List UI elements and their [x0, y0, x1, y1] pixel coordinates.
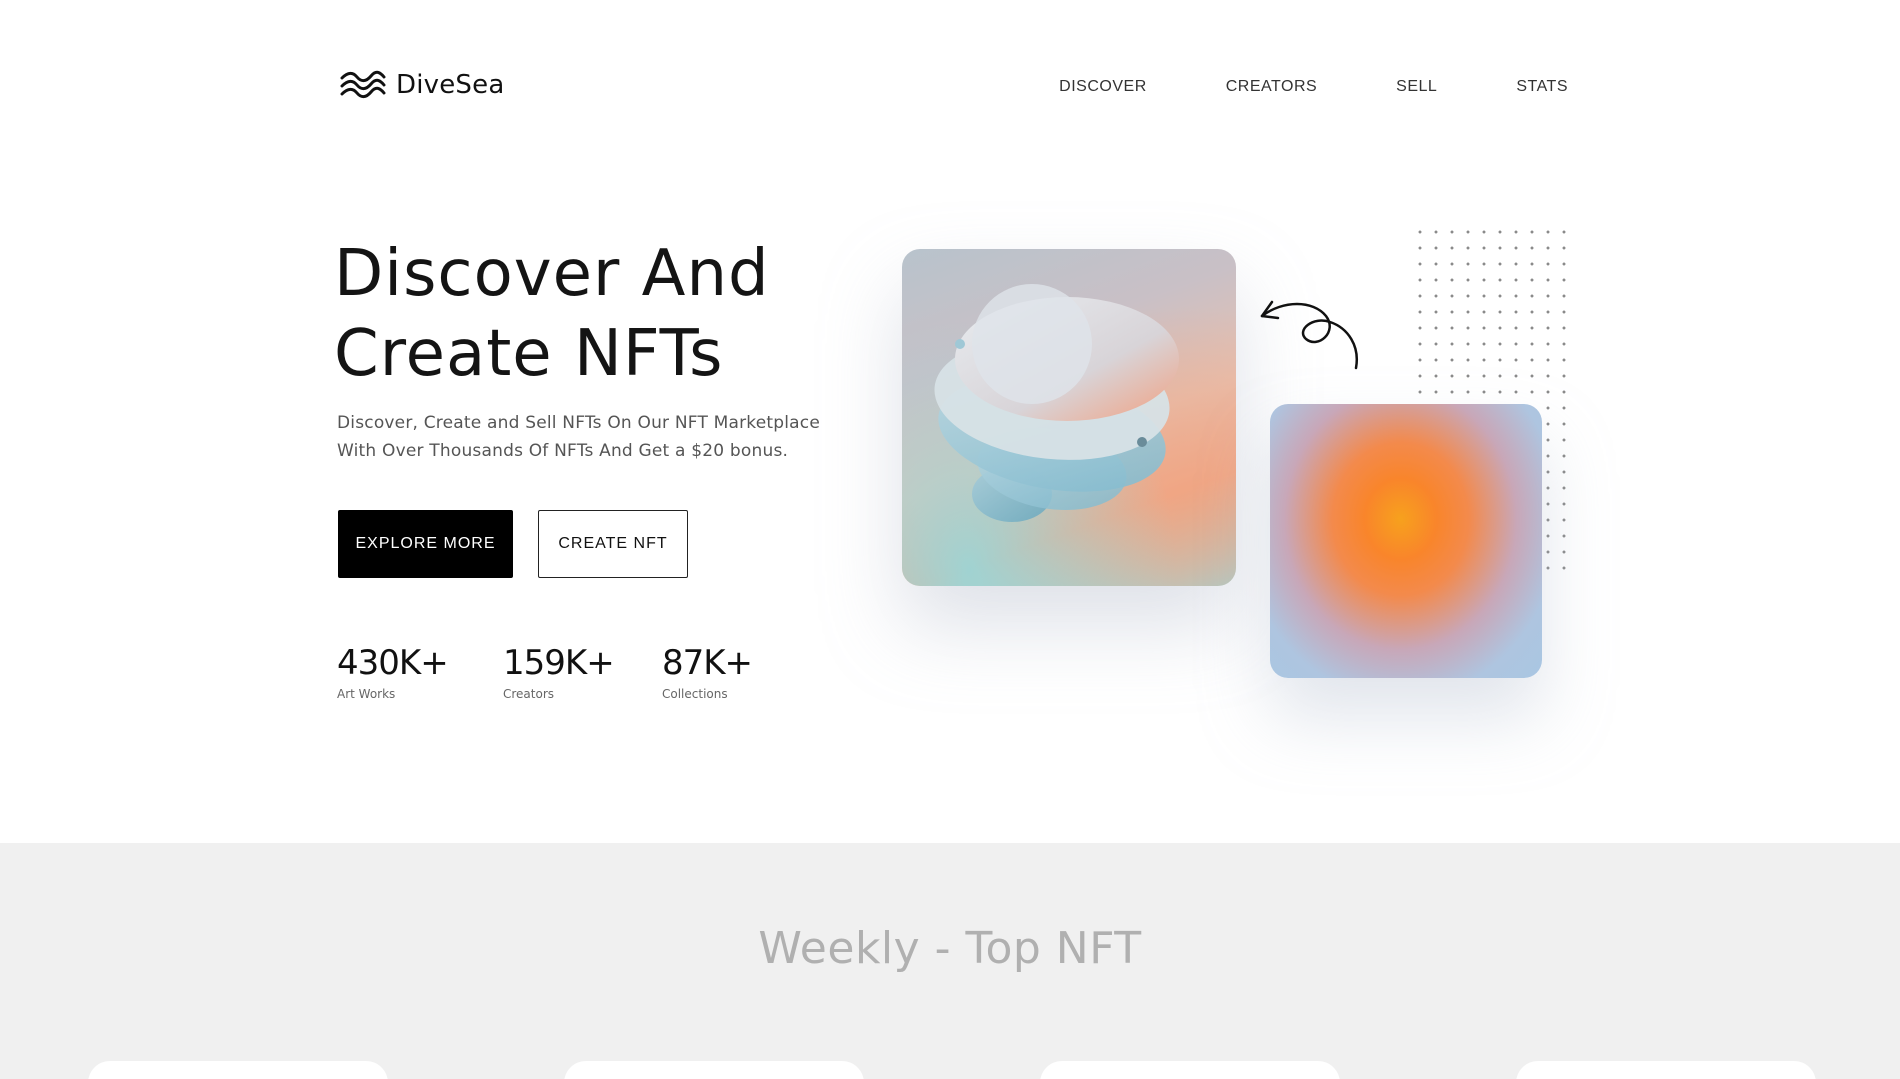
- weekly-section-title: Weekly - Top NFT: [758, 923, 1142, 974]
- weekly-top-nft-section: Weekly - Top NFT: [0, 843, 1900, 1079]
- create-nft-button[interactable]: CREATE NFT: [538, 510, 688, 578]
- hero-title-line-1: Discover And: [334, 237, 770, 311]
- weekly-nft-card[interactable]: [1040, 1061, 1340, 1079]
- stat-label: Creators: [503, 687, 555, 701]
- stat-creators: 159K+ Creators: [503, 641, 662, 701]
- logo-text: DiveSea: [396, 70, 505, 100]
- hero-title: Discover And Create NFTs: [334, 234, 854, 394]
- stat-artworks: 430K+ Art Works: [337, 641, 503, 701]
- stat-label: Collections: [662, 687, 728, 701]
- curved-arrow-icon: [1260, 300, 1359, 370]
- site-header: DiveSea DISCOVER CREATORS SELL STATS: [340, 66, 1568, 108]
- weekly-nft-card[interactable]: [1516, 1061, 1816, 1079]
- stat-value: 87K+: [662, 643, 753, 683]
- weekly-nft-card[interactable]: [88, 1061, 388, 1079]
- stats-row: 430K+ Art Works 159K+ Creators 87K+ Coll…: [337, 641, 753, 701]
- stat-collections: 87K+ Collections: [662, 641, 753, 701]
- main-nav: DISCOVER CREATORS SELL STATS: [1059, 78, 1568, 96]
- nav-discover[interactable]: DISCOVER: [1059, 78, 1147, 96]
- nft-artwork-main[interactable]: [902, 249, 1236, 586]
- hero-subtitle-line-2: With Over Thousands Of NFTs And Get a $2…: [337, 441, 789, 461]
- waves-logo-icon: [340, 70, 386, 99]
- nav-creators[interactable]: CREATORS: [1226, 78, 1317, 96]
- hero-subtitle: Discover, Create and Sell NFTs On Our NF…: [337, 409, 837, 465]
- hero-title-line-2: Create NFTs: [334, 317, 724, 391]
- stat-value: 430K+: [337, 643, 449, 683]
- hero-subtitle-line-1: Discover, Create and Sell NFTs On Our NF…: [337, 413, 821, 433]
- stat-value: 159K+: [503, 643, 615, 683]
- nav-stats[interactable]: STATS: [1516, 78, 1568, 96]
- abstract-disks-artwork: [934, 284, 1179, 522]
- explore-more-button[interactable]: EXPLORE MORE: [338, 510, 513, 578]
- weekly-nft-card[interactable]: [564, 1061, 864, 1079]
- nav-sell[interactable]: SELL: [1396, 78, 1437, 96]
- nft-artwork-secondary[interactable]: [1270, 404, 1542, 678]
- stat-label: Art Works: [337, 687, 396, 701]
- logo[interactable]: DiveSea: [340, 70, 504, 100]
